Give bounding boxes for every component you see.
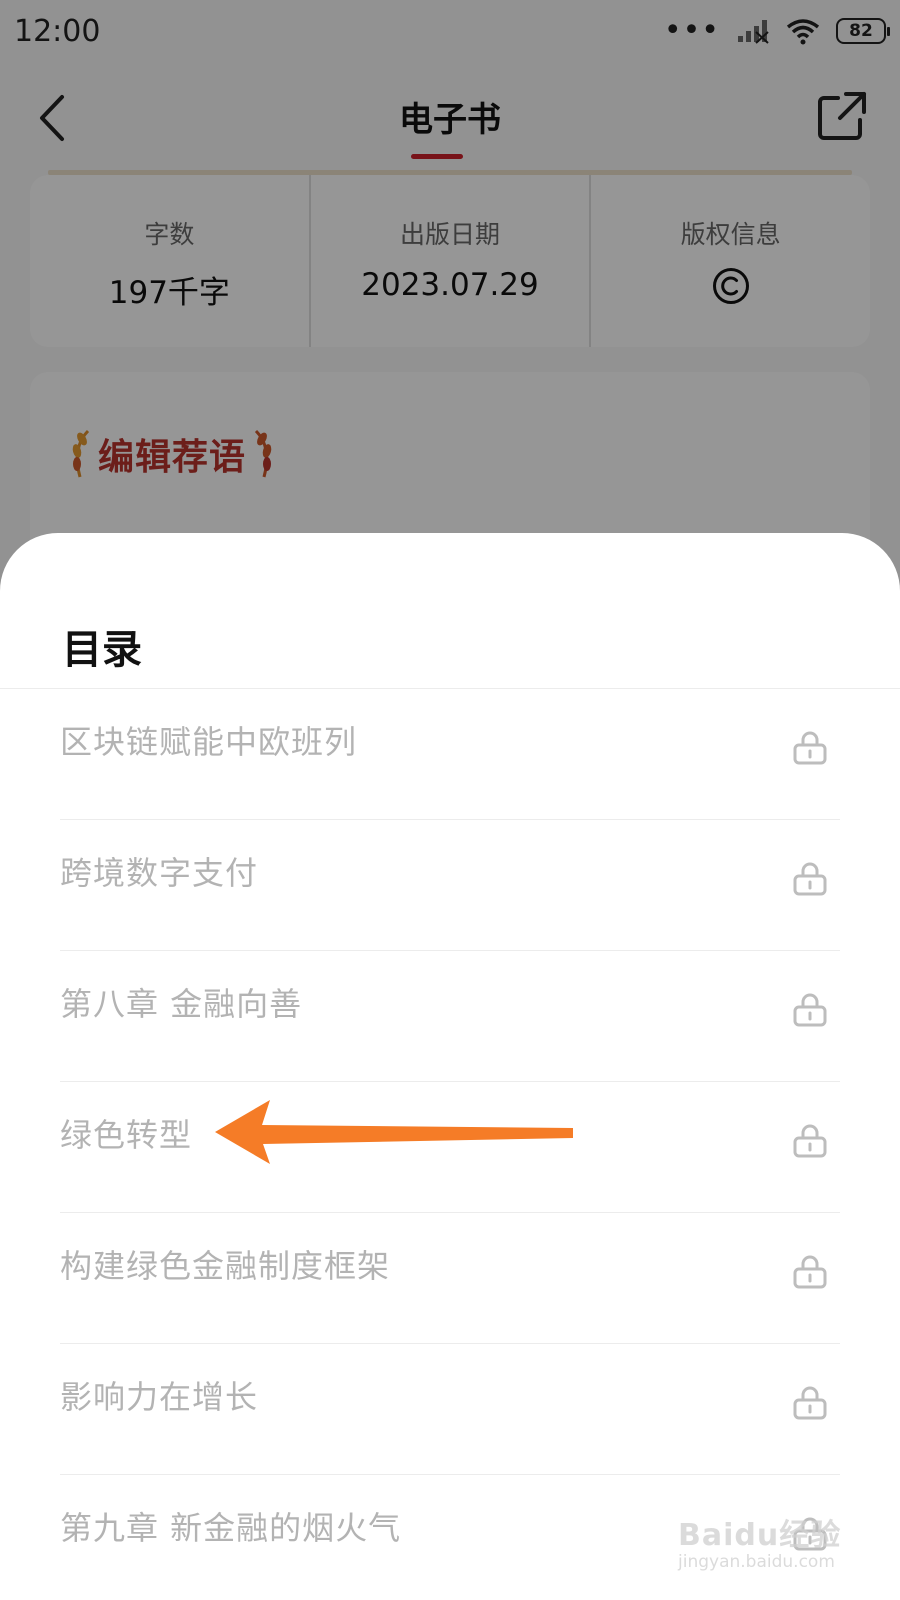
lock-icon — [793, 993, 827, 1027]
lock-icon — [793, 1386, 827, 1420]
lock-icon — [793, 862, 827, 896]
toc-item[interactable]: 第八章 金融向善 — [60, 950, 840, 1081]
watermark-logo: Baidu经验 — [678, 1518, 842, 1553]
toc-item-label: 影响力在增长 — [60, 1378, 259, 1416]
annotation-arrow-icon — [215, 1100, 573, 1164]
lock-icon — [793, 1124, 827, 1158]
toc-item[interactable]: 区块链赋能中欧班列 — [60, 689, 840, 819]
toc-item-label: 第九章 新金融的烟火气 — [60, 1509, 402, 1547]
toc-item-label: 第八章 金融向善 — [60, 985, 303, 1023]
toc-item-label: 构建绿色金融制度框架 — [60, 1247, 391, 1285]
lock-icon — [793, 1255, 827, 1289]
toc-item[interactable]: 跨境数字支付 — [60, 819, 840, 950]
toc-item[interactable]: 构建绿色金融制度框架 — [60, 1212, 840, 1343]
toc-title: 目录 — [62, 627, 142, 673]
watermark-url: jingyan.baidu.com — [678, 1552, 835, 1572]
watermark: Baidu经验 jingyan.baidu.com — [678, 1502, 848, 1588]
toc-item-label: 绿色转型 — [60, 1116, 193, 1154]
toc-item[interactable]: 影响力在增长 — [60, 1343, 840, 1474]
lock-icon — [793, 731, 827, 765]
toc-bottom-sheet: 目录 区块链赋能中欧班列 跨境数字支付 第八章 金融向善 绿色转型 构建绿色金融… — [0, 533, 900, 1600]
toc-item-label: 区块链赋能中欧班列 — [60, 723, 358, 761]
toc-item-label: 跨境数字支付 — [60, 854, 259, 892]
